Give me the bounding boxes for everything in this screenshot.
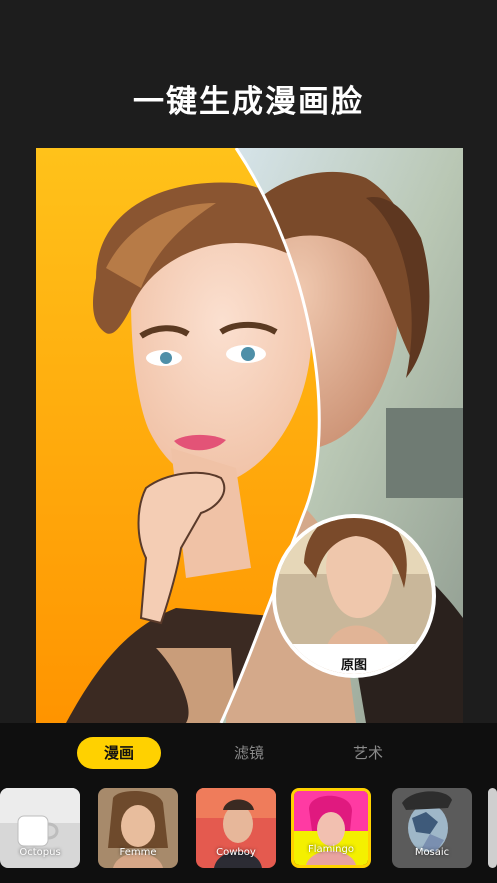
filter-strip: Octopus Femme Cowboy Flamingo Mosaic xyxy=(0,788,497,868)
filter-label: Femme xyxy=(119,847,157,858)
filter-item-femme[interactable]: Femme xyxy=(98,788,178,868)
filter-label: Flamingo xyxy=(308,844,354,855)
filter-item-flamingo[interactable]: Flamingo xyxy=(291,788,371,868)
filter-label: Cowboy xyxy=(216,847,256,858)
style-tabs: 漫画 滤镜 艺术 xyxy=(0,737,497,769)
tab-manga[interactable]: 漫画 xyxy=(77,737,161,769)
page-title: 一键生成漫画脸 xyxy=(133,84,364,120)
filter-label: Mosaic xyxy=(414,847,450,858)
filter-label: Octopus xyxy=(19,847,61,858)
comparison-preview[interactable]: 原图 xyxy=(36,148,463,723)
original-badge-label: 原图 xyxy=(340,658,367,673)
tab-filter[interactable]: 滤镜 xyxy=(207,737,291,769)
filter-item-next-partial[interactable] xyxy=(488,788,497,868)
filter-item-octopus[interactable]: Octopus xyxy=(0,788,80,868)
tab-art[interactable]: 艺术 xyxy=(326,737,410,769)
comparison-image xyxy=(36,148,463,723)
filter-item-cowboy[interactable]: Cowboy xyxy=(196,788,276,868)
filter-item-mosaic[interactable]: Mosaic xyxy=(392,788,472,868)
